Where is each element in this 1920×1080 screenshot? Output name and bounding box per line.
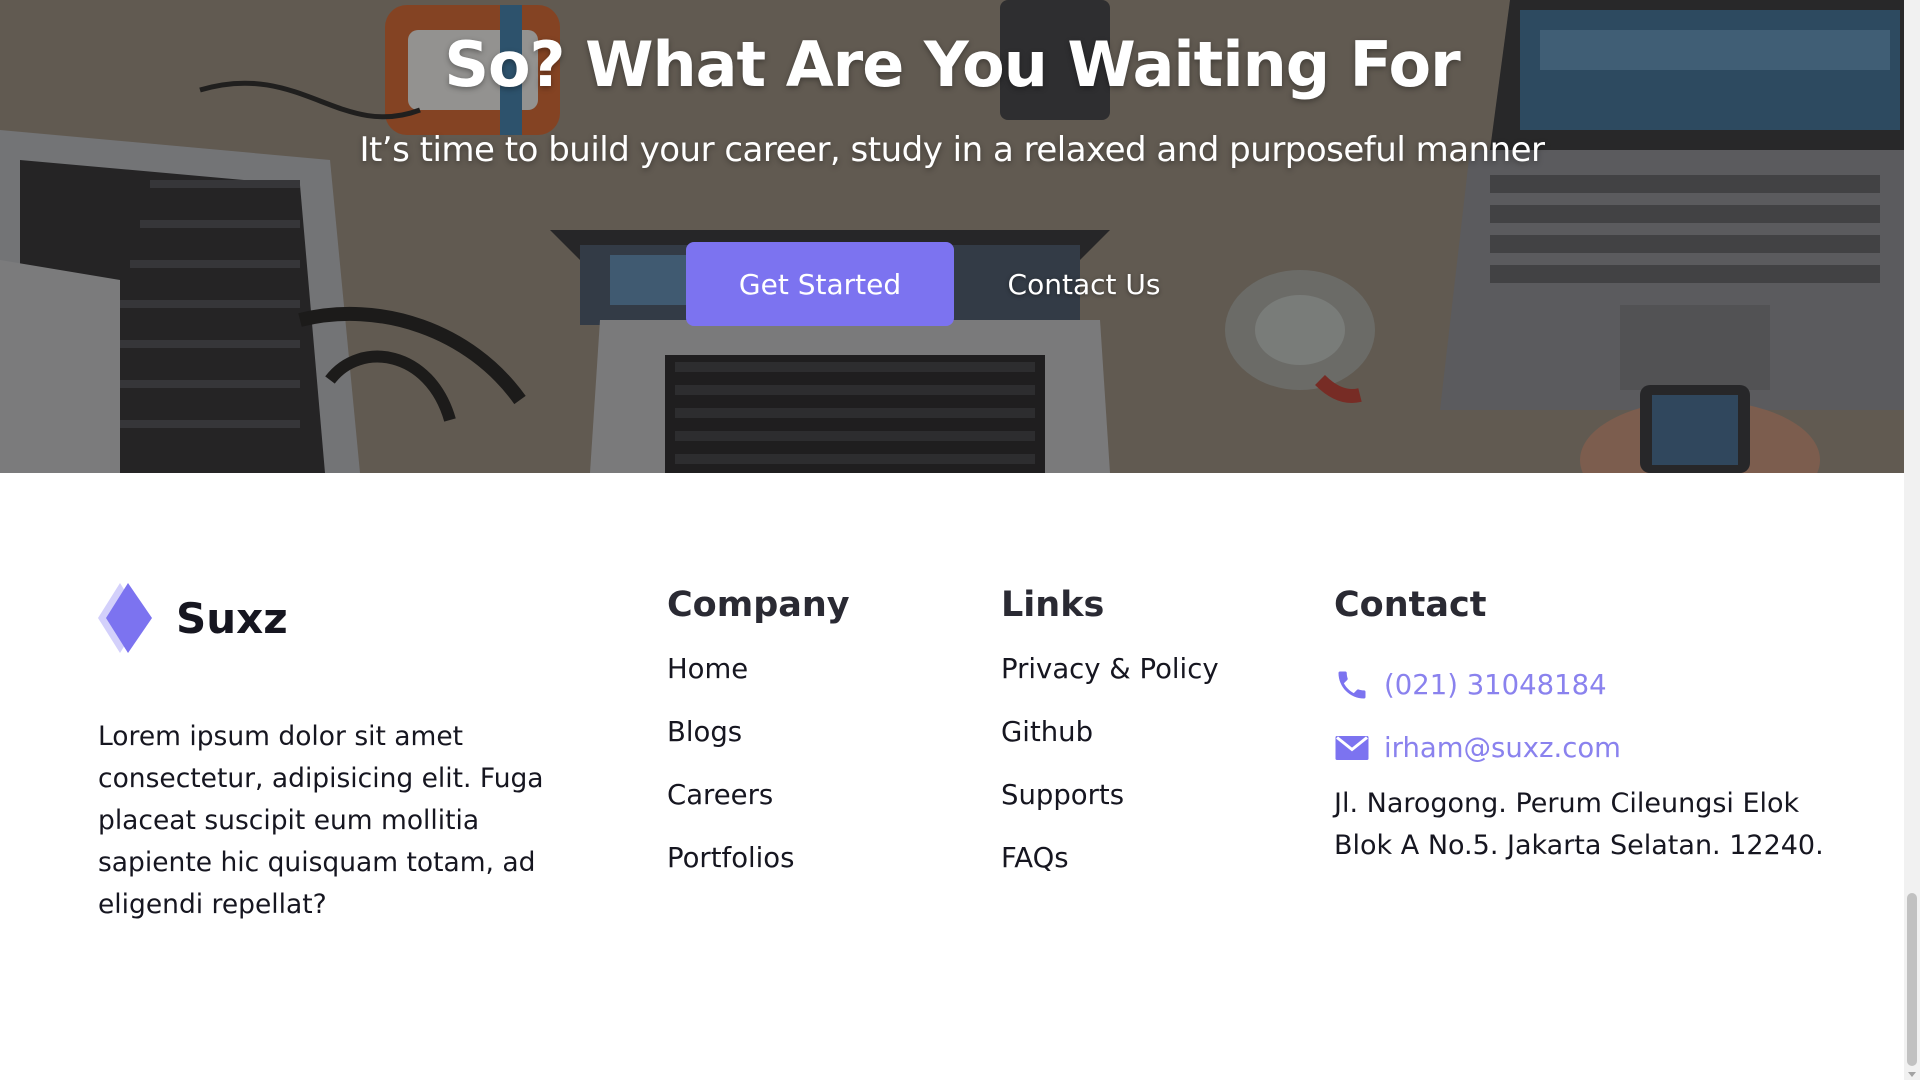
- footer-link-careers[interactable]: Careers: [667, 779, 850, 842]
- brand-name: Suxz: [176, 593, 288, 643]
- footer-link-portfolios[interactable]: Portfolios: [667, 842, 850, 905]
- company-column: Company Home Blogs Careers Portfolios: [667, 585, 850, 905]
- contact-us-button[interactable]: Contact Us: [990, 242, 1178, 326]
- email-address: irham@suxz.com: [1384, 731, 1621, 764]
- scrollbar-thumb[interactable]: [1907, 893, 1917, 1066]
- page: So? What Are You Waiting For It’s time t…: [0, 0, 1920, 1080]
- get-started-button[interactable]: Get Started: [686, 242, 954, 326]
- cta-hero-section: So? What Are You Waiting For It’s time t…: [0, 0, 1904, 473]
- diamond-logo-icon: [98, 583, 152, 653]
- contact-email[interactable]: irham@suxz.com: [1334, 716, 1834, 779]
- company-links: Home Blogs Careers Portfolios: [667, 653, 850, 905]
- footer-link-supports[interactable]: Supports: [1001, 779, 1219, 842]
- scroll-down-arrow-icon[interactable]: [1908, 1072, 1916, 1077]
- brand-logo[interactable]: Suxz: [98, 583, 288, 653]
- links-list: Privacy & Policy Github Supports FAQs: [1001, 653, 1219, 905]
- hero-subtitle: It’s time to build your career, study in…: [359, 130, 1545, 170]
- links-column: Links Privacy & Policy Github Supports F…: [1001, 585, 1219, 905]
- phone-number: (021) 31048184: [1384, 668, 1607, 701]
- footer: Suxz Lorem ipsum dolor sit amet consecte…: [0, 473, 1904, 1080]
- contact-phone[interactable]: (021) 31048184: [1334, 653, 1834, 716]
- hero-title: So? What Are You Waiting For: [444, 28, 1460, 101]
- footer-link-faqs[interactable]: FAQs: [1001, 842, 1219, 905]
- phone-icon: [1338, 671, 1366, 698]
- contact-heading: Contact: [1334, 585, 1487, 625]
- footer-link-home[interactable]: Home: [667, 653, 850, 716]
- links-heading: Links: [1001, 585, 1105, 625]
- footer-link-privacy-policy[interactable]: Privacy & Policy: [1001, 653, 1219, 716]
- company-heading: Company: [667, 585, 850, 625]
- mail-icon: [1335, 735, 1369, 760]
- contact-list: (021) 31048184 irham@suxz.com Jl. Narogo…: [1334, 653, 1834, 867]
- about-text: Lorem ipsum dolor sit amet consectetur, …: [98, 720, 544, 920]
- page-scrollbar[interactable]: [1904, 0, 1920, 1080]
- footer-link-github[interactable]: Github: [1001, 716, 1219, 779]
- contact-column: Contact (021) 31048184 irham@suxz.com Jl…: [1334, 585, 1834, 867]
- footer-link-blogs[interactable]: Blogs: [667, 716, 850, 779]
- address-text: Jl. Narogong. Perum Cileungsi Elok Blok …: [1334, 788, 1824, 861]
